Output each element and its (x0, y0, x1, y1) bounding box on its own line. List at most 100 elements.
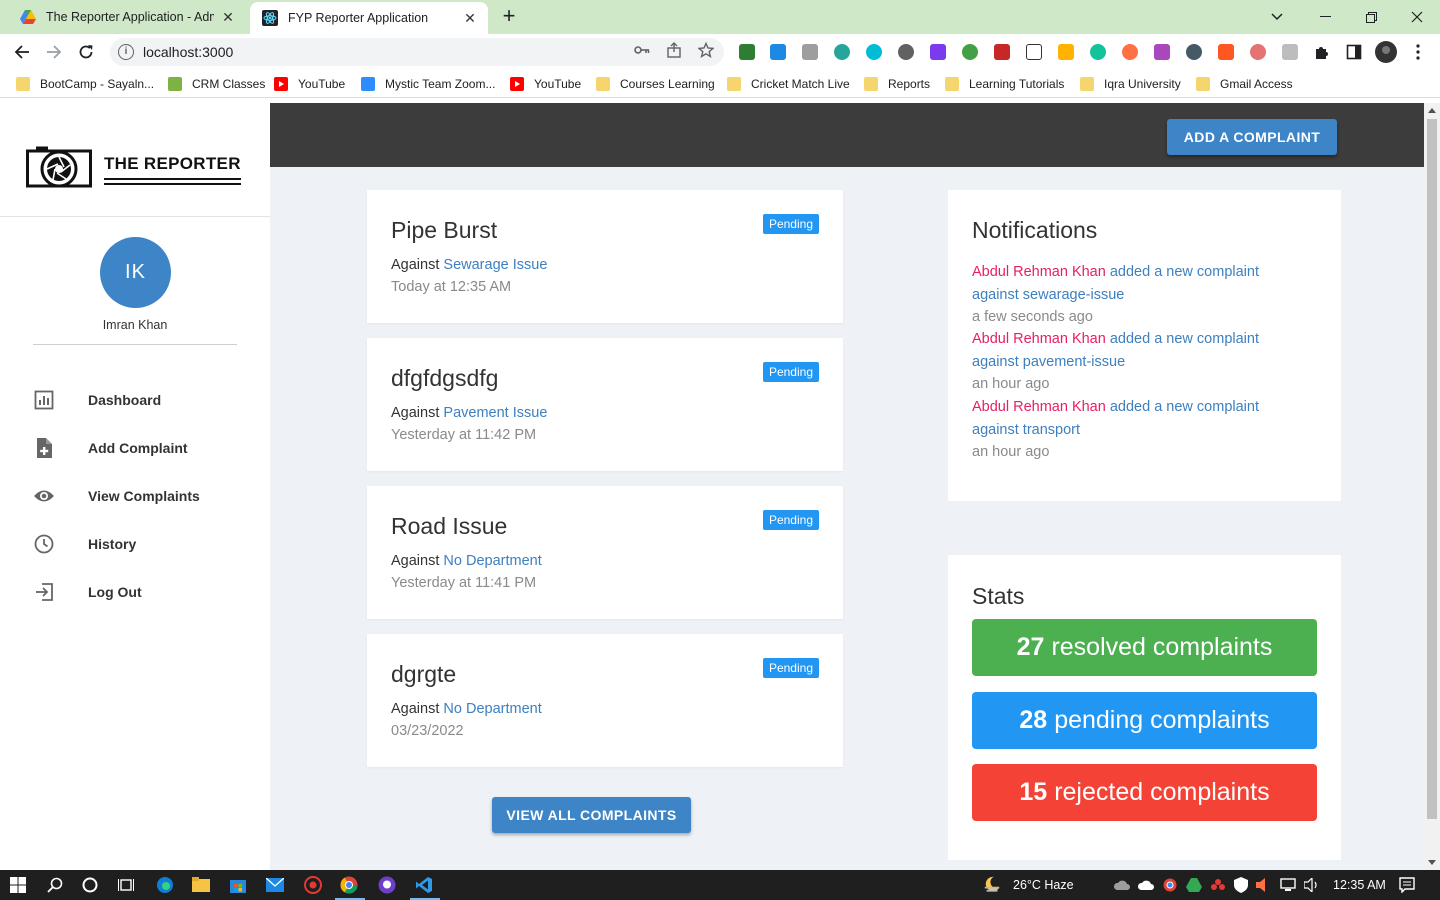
close-icon[interactable]: ✕ (220, 9, 236, 25)
app-icon[interactable] (304, 876, 322, 894)
complaint-card[interactable]: dfgfdgsdfg Against Pavement Issue Yester… (367, 338, 843, 471)
bookmark-item[interactable]: Mystic Team Zoom... (361, 74, 495, 94)
extension-icon[interactable] (930, 44, 946, 60)
extension-icon[interactable] (1154, 44, 1170, 60)
extension-icon[interactable] (994, 44, 1010, 60)
cortana-icon[interactable] (81, 876, 99, 894)
complaint-card[interactable]: dgrgte Against No Department 03/23/2022 … (367, 634, 843, 767)
view-all-complaints-button[interactable]: VIEW ALL COMPLAINTS (492, 797, 691, 833)
network-icon[interactable] (1280, 876, 1298, 894)
extension-icon[interactable] (962, 44, 978, 60)
app-logo[interactable]: THE REPORTER (26, 145, 241, 189)
stat-pending[interactable]: 28 pending complaints (972, 692, 1317, 749)
notification-item[interactable]: Abdul Rehman Khan added a new complaint … (972, 261, 1302, 329)
sidepanel-icon[interactable] (1342, 40, 1366, 64)
back-icon[interactable] (10, 40, 34, 64)
department-link[interactable]: Pavement Issue (443, 405, 547, 421)
bookmark-item[interactable]: Cricket Match Live (727, 74, 850, 94)
extension-icon[interactable] (898, 44, 914, 60)
scroll-down-icon[interactable] (1428, 860, 1436, 865)
speaker-muted-tray-icon[interactable] (1254, 876, 1272, 894)
edge-icon[interactable] (156, 876, 174, 894)
forward-icon[interactable] (42, 40, 66, 64)
search-icon[interactable] (46, 876, 64, 894)
crosshair-extension-icon[interactable] (1026, 44, 1042, 60)
profile-avatar[interactable] (1374, 40, 1398, 64)
sidebar-item-logout[interactable]: Log Out (33, 579, 253, 605)
sidebar-item-dashboard[interactable]: Dashboard (33, 387, 253, 413)
add-complaint-button[interactable]: ADD A COMPLAINT (1167, 119, 1337, 155)
weather-icon[interactable] (983, 875, 1001, 893)
puzzle-icon[interactable] (1310, 40, 1334, 64)
browser-tab-admin[interactable]: The Reporter Application - Admin ✕ (8, 0, 246, 34)
weather-text[interactable]: 26°C Haze (1013, 878, 1074, 892)
notification-center-icon[interactable] (1398, 876, 1416, 894)
extension-icon[interactable] (866, 44, 882, 60)
chrome-tray-icon[interactable] (1161, 876, 1179, 894)
security-tray-icon[interactable] (1232, 876, 1250, 894)
department-link[interactable]: Sewarage Issue (443, 257, 547, 273)
avatar[interactable]: IK (100, 237, 171, 308)
menu-dots-icon[interactable] (1406, 40, 1430, 64)
extension-icon[interactable] (1186, 44, 1202, 60)
bookmark-item[interactable]: Gmail Access (1196, 74, 1293, 94)
bookmark-item[interactable]: Iqra University (1080, 74, 1181, 94)
bookmark-item[interactable]: Courses Learning (596, 74, 715, 94)
reload-icon[interactable] (74, 40, 98, 64)
mail-icon[interactable] (266, 876, 284, 894)
notification-item[interactable]: Abdul Rehman Khan added a new complaint … (972, 396, 1302, 464)
extension-icon[interactable] (739, 44, 755, 60)
camera-extension-icon[interactable] (802, 44, 818, 60)
page-scrollbar[interactable] (1424, 103, 1440, 870)
notification-item[interactable]: Abdul Rehman Khan added a new complaint … (972, 328, 1302, 396)
stat-rejected[interactable]: 15 rejected complaints (972, 764, 1317, 821)
extension-icon[interactable] (1058, 44, 1074, 60)
scroll-up-icon[interactable] (1428, 108, 1436, 113)
cloud-icon[interactable] (1137, 876, 1155, 894)
key-icon[interactable] (632, 40, 652, 60)
drive-tray-icon[interactable] (1185, 876, 1203, 894)
github-desktop-icon[interactable] (378, 876, 396, 894)
bookmark-item[interactable]: BootCamp - Sayaln... (16, 74, 154, 94)
bookmark-star-icon[interactable] (696, 40, 716, 60)
extension-icon[interactable] (834, 44, 850, 60)
sidebar-item-add-complaint[interactable]: Add Complaint (33, 435, 253, 461)
volume-icon[interactable] (1303, 876, 1321, 894)
onedrive-icon[interactable] (1113, 876, 1131, 894)
extension-icon[interactable] (1122, 44, 1138, 60)
grammarly-icon[interactable] (1090, 44, 1106, 60)
stat-resolved[interactable]: 27 resolved complaints (972, 619, 1317, 676)
site-info-icon[interactable]: i (118, 44, 134, 60)
sidebar-item-view-complaints[interactable]: View Complaints (33, 483, 253, 509)
app-tray-icon[interactable] (1209, 876, 1227, 894)
extension-icon[interactable] (1218, 44, 1234, 60)
vscode-icon[interactable] (415, 876, 433, 894)
tab-search-icon[interactable] (1254, 0, 1300, 34)
file-explorer-icon[interactable] (192, 876, 210, 894)
scrollbar-thumb[interactable] (1427, 119, 1437, 819)
browser-tab-reporter[interactable]: FYP Reporter Application ✕ (250, 2, 488, 34)
windows-start-icon[interactable] (9, 876, 27, 894)
bookmark-item[interactable]: Learning Tutorials (945, 74, 1064, 94)
close-window-icon[interactable] (1394, 0, 1440, 34)
clock-time[interactable]: 12:35 AM (1333, 878, 1386, 892)
sidebar-item-history[interactable]: History (33, 531, 253, 557)
bookmark-item[interactable]: Reports (864, 74, 930, 94)
task-view-icon[interactable] (117, 876, 135, 894)
bookmark-item[interactable]: CRM Classes (168, 74, 265, 94)
close-icon[interactable]: ✕ (462, 10, 478, 26)
new-tab-icon[interactable]: + (498, 5, 520, 28)
department-link[interactable]: No Department (443, 701, 541, 717)
store-icon[interactable] (229, 876, 247, 894)
chrome-icon[interactable] (340, 876, 358, 894)
extension-icon[interactable] (770, 44, 786, 60)
extension-icon[interactable] (1250, 44, 1266, 60)
complaint-card[interactable]: Pipe Burst Against Sewarage Issue Today … (367, 190, 843, 323)
department-link[interactable]: No Department (443, 553, 541, 569)
bookmark-item[interactable]: YouTube (274, 74, 345, 94)
minimize-icon[interactable] (1302, 0, 1348, 34)
restore-icon[interactable] (1348, 0, 1394, 34)
share-icon[interactable] (664, 40, 684, 60)
complaint-card[interactable]: Road Issue Against No Department Yesterd… (367, 486, 843, 619)
extension-icon[interactable] (1282, 44, 1298, 60)
